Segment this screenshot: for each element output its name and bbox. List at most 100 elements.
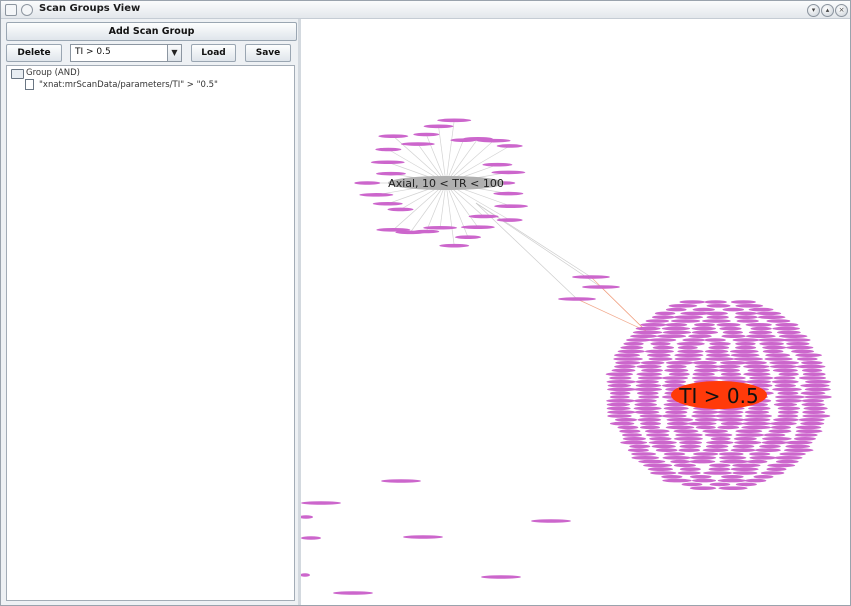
leaf-node[interactable]: [637, 376, 663, 380]
leaf-node[interactable]: [679, 300, 706, 304]
leaf-node[interactable]: [679, 467, 701, 472]
leaf-node[interactable]: [735, 342, 756, 346]
leaf-node[interactable]: [400, 142, 435, 146]
leaf-node[interactable]: [773, 418, 799, 422]
leaf-node[interactable]: [661, 376, 689, 380]
leaf-node[interactable]: [606, 380, 637, 384]
leaf-node[interactable]: [664, 368, 689, 373]
leaf-node[interactable]: [632, 330, 663, 335]
leaf-node[interactable]: [494, 204, 529, 208]
leaf-node[interactable]: [735, 482, 757, 487]
leaf-node[interactable]: [614, 364, 636, 369]
leaf-node[interactable]: [674, 353, 704, 358]
leaf-node[interactable]: [636, 372, 662, 377]
leaf-node[interactable]: [634, 402, 658, 407]
leaf-node[interactable]: [640, 421, 662, 426]
leaf-node[interactable]: [637, 418, 662, 422]
leaf-node[interactable]: [730, 300, 756, 304]
leaf-node[interactable]: [772, 387, 802, 392]
leaf-node[interactable]: [759, 444, 781, 449]
leaf-node[interactable]: [609, 395, 630, 399]
leaf-node[interactable]: [748, 307, 774, 312]
leaf-node[interactable]: [778, 372, 799, 377]
leaf-node[interactable]: [732, 444, 755, 449]
leaf-node[interactable]: [706, 315, 729, 320]
leaf-node[interactable]: [801, 361, 823, 365]
leaf-node[interactable]: [735, 429, 763, 434]
leaf-node[interactable]: [735, 304, 764, 308]
leaf-node[interactable]: [607, 414, 632, 418]
leaf-node[interactable]: [804, 395, 832, 399]
add-scan-group-button[interactable]: Add Scan Group: [6, 22, 297, 41]
leaf-node[interactable]: [301, 573, 310, 577]
primary-node[interactable]: TI > 0.5: [671, 381, 767, 409]
leaf-node[interactable]: [796, 357, 818, 361]
leaf-node[interactable]: [301, 515, 313, 519]
leaf-node[interactable]: [670, 319, 701, 323]
leaf-node[interactable]: [714, 414, 743, 418]
leaf-node[interactable]: [617, 349, 645, 354]
leaf-node[interactable]: [694, 418, 719, 422]
leaf-node[interactable]: [666, 364, 687, 369]
leaf-node[interactable]: [692, 478, 717, 483]
leaf-node[interactable]: [777, 410, 799, 415]
maximize-icon[interactable]: ▴: [821, 4, 834, 17]
leaf-node[interactable]: [747, 368, 770, 373]
leaf-node[interactable]: [703, 471, 733, 475]
leaf-node[interactable]: [688, 334, 712, 339]
leaf-node[interactable]: [372, 201, 403, 206]
leaf-node[interactable]: [771, 380, 799, 384]
leaf-node[interactable]: [755, 311, 782, 316]
leaf-node[interactable]: [677, 349, 704, 354]
leaf-node[interactable]: [609, 376, 632, 380]
leaf-node[interactable]: [623, 342, 644, 346]
leaf-node[interactable]: [661, 475, 683, 479]
leaf-node[interactable]: [732, 463, 761, 468]
leaf-node[interactable]: [609, 421, 635, 426]
leaf-node[interactable]: [802, 372, 826, 377]
leaf-node[interactable]: [643, 463, 673, 468]
leaf-node[interactable]: [710, 437, 731, 441]
leaf-node[interactable]: [665, 361, 694, 365]
leaf-node[interactable]: [801, 402, 825, 407]
leaf-node[interactable]: [729, 349, 759, 354]
leaf-node[interactable]: [745, 334, 776, 339]
leaf-node[interactable]: [766, 319, 791, 323]
leaf-node[interactable]: [762, 345, 787, 350]
leaf-node[interactable]: [656, 334, 687, 339]
leaf-node[interactable]: [691, 326, 716, 331]
leaf-node[interactable]: [716, 418, 745, 422]
leaf-node[interactable]: [606, 399, 636, 403]
leaf-node[interactable]: [638, 395, 660, 399]
leaf-node[interactable]: [746, 459, 768, 464]
leaf-node[interactable]: [639, 425, 661, 430]
leaf-node[interactable]: [743, 361, 767, 365]
leaf-node[interactable]: [675, 433, 703, 437]
leaf-node[interactable]: [640, 361, 665, 365]
leaf-node[interactable]: [709, 482, 731, 487]
leaf-node[interactable]: [802, 410, 826, 415]
leaf-node[interactable]: [662, 478, 692, 483]
leaf-node[interactable]: [301, 536, 321, 540]
leaf-node[interactable]: [403, 535, 443, 539]
leaf-node[interactable]: [635, 326, 661, 331]
leaf-node[interactable]: [760, 471, 785, 475]
leaf-node[interactable]: [661, 326, 691, 331]
close-icon[interactable]: ×: [835, 4, 848, 17]
leaf-node[interactable]: [633, 387, 663, 392]
leaf-node[interactable]: [722, 330, 743, 335]
graph-canvas[interactable]: Axial, 10 < TR < 100 TI > 0.5: [301, 19, 850, 605]
leaf-node[interactable]: [644, 349, 675, 354]
leaf-node[interactable]: [775, 459, 799, 464]
leaf-node[interactable]: [482, 162, 513, 167]
leaf-node[interactable]: [691, 414, 717, 418]
leaf-node[interactable]: [645, 319, 670, 323]
leaf-node[interactable]: [692, 372, 715, 377]
leaf-node[interactable]: [761, 437, 792, 441]
leaf-node[interactable]: [681, 482, 703, 487]
leaf-node[interactable]: [677, 471, 701, 475]
leaf-node[interactable]: [732, 471, 758, 475]
leaf-node[interactable]: [423, 225, 458, 230]
leaf-node[interactable]: [679, 440, 703, 445]
leaf-node[interactable]: [686, 421, 717, 426]
